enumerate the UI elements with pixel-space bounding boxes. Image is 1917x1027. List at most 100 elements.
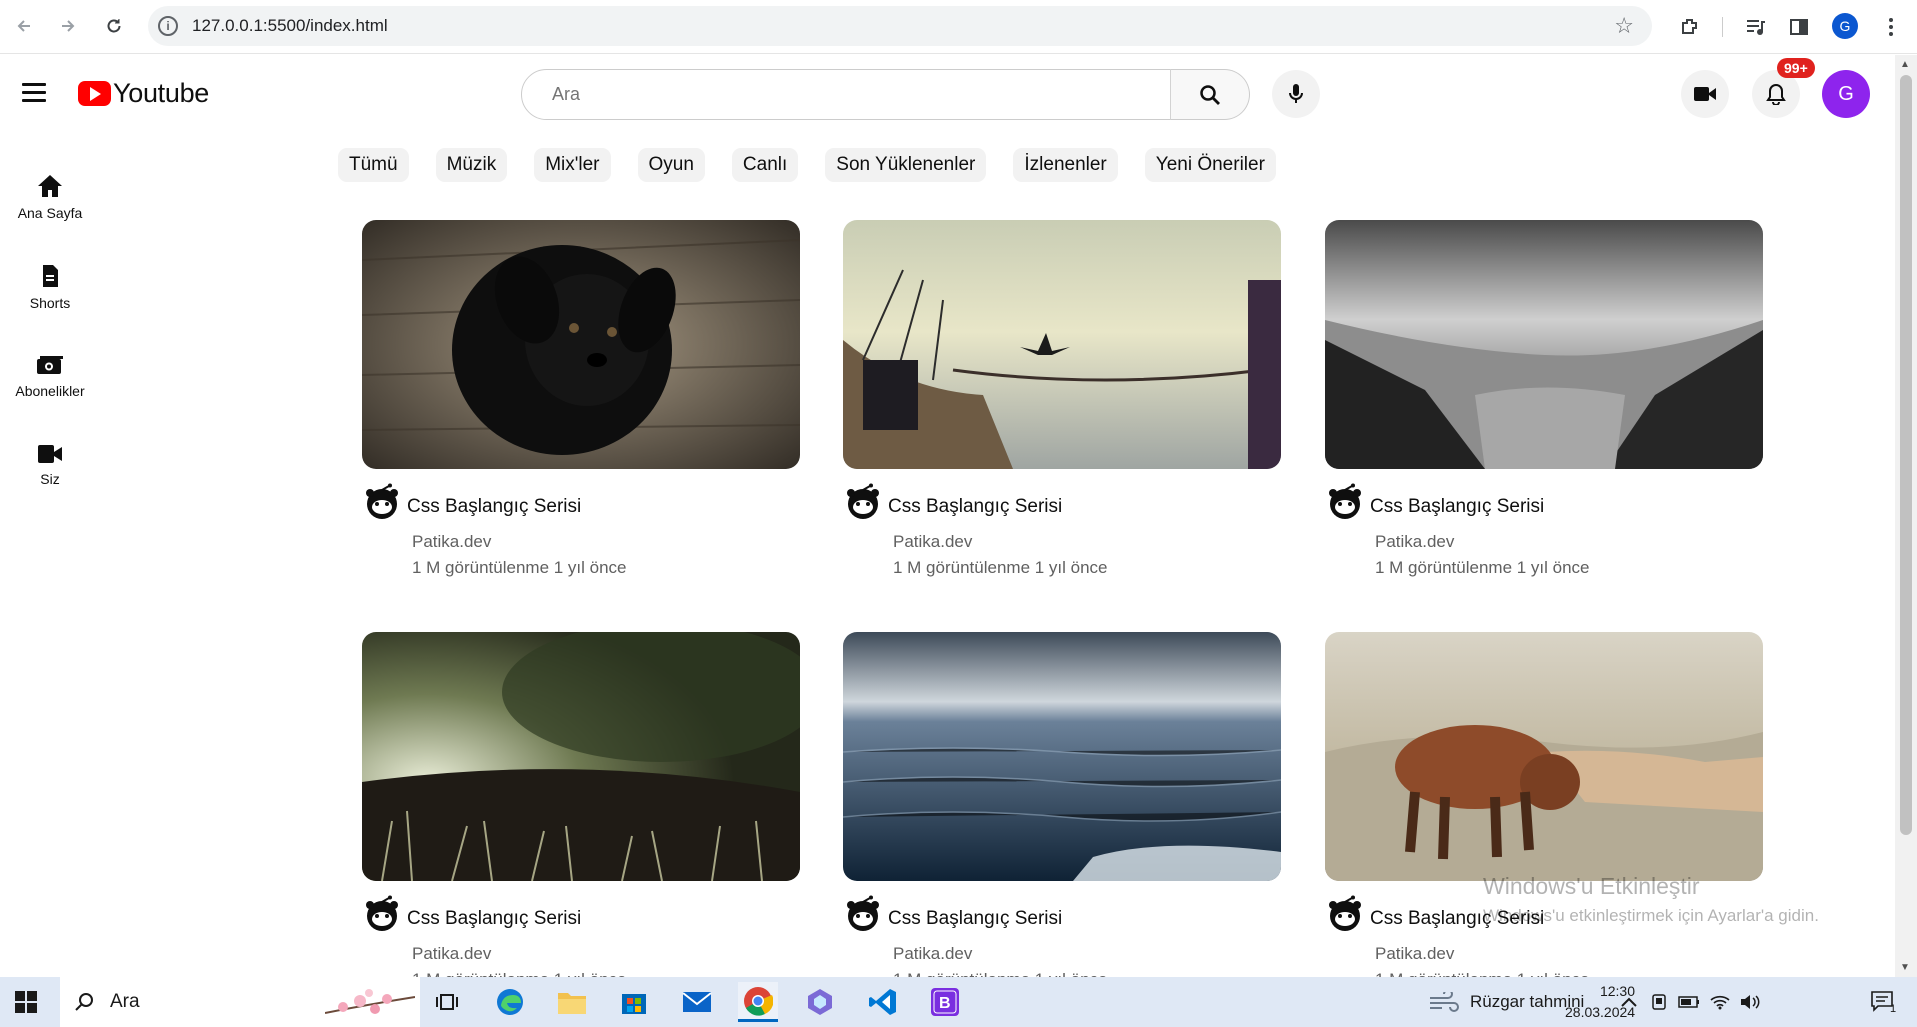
chip-gaming[interactable]: Oyun [637,148,705,182]
video-camera-icon [38,445,62,463]
video-card[interactable]: Css Başlangıç Serisi Patika.dev 1 M görü… [843,632,1281,1001]
sidebar-item-label: Shorts [29,295,71,311]
browser-profile-avatar[interactable]: G [1832,13,1858,39]
youtube-logo[interactable]: Youtube [78,78,209,109]
weather-widget[interactable]: Rüzgar tahmini [1428,977,1584,1027]
back-arrow-icon[interactable] [10,12,38,40]
video-channel[interactable]: Patika.dev [412,532,491,552]
search-input[interactable]: Ara [521,69,1171,120]
video-title[interactable]: Css Başlangıç Serisi [888,908,1062,930]
sidebar-item-shorts[interactable]: Shorts [0,250,100,340]
video-title[interactable]: Css Başlangıç Serisi [1370,496,1544,518]
scrollbar-thumb[interactable] [1900,75,1912,835]
video-thumbnail[interactable] [362,632,800,881]
video-channel[interactable]: Patika.dev [893,532,972,552]
notification-badge: 99+ [1777,58,1815,78]
video-title[interactable]: Css Başlangıç Serisi [407,908,581,930]
side-panel-icon[interactable] [1784,12,1814,42]
channel-avatar-icon[interactable] [1325,895,1365,931]
video-stats: 1 M görüntülenme 1 yıl önce [1375,558,1590,577]
chip-watched[interactable]: İzlenenler [1013,148,1118,182]
scroll-down-arrow-icon[interactable]: ▼ [1900,962,1910,973]
chrome-icon[interactable] [738,982,778,1022]
media-control-icon[interactable] [1740,12,1770,42]
channel-avatar-icon[interactable] [362,895,402,931]
search-icon [1200,84,1220,105]
mail-icon[interactable] [677,982,717,1022]
channel-avatar-icon[interactable] [362,483,402,519]
sidebar-item-home[interactable]: Ana Sayfa [0,160,100,250]
create-video-button[interactable] [1681,70,1729,118]
video-channel[interactable]: Patika.dev [1375,532,1454,552]
extensions-icon[interactable] [1675,12,1705,42]
video-card[interactable]: Css Başlangıç Serisi Patika.dev 1 M görü… [1325,220,1763,589]
search-button[interactable] [1170,69,1250,120]
battery-icon[interactable] [1678,977,1700,1027]
task-view-icon[interactable] [427,982,467,1022]
video-channel[interactable]: Patika.dev [412,944,491,964]
scroll-up-arrow-icon[interactable]: ▲ [1900,59,1910,70]
bootstrap-studio-icon[interactable]: B [925,982,965,1022]
chip-all[interactable]: Tümü [338,148,409,182]
site-info-icon[interactable]: i [158,16,178,36]
chip-music[interactable]: Müzik [435,148,508,182]
youtube-play-icon [78,81,111,106]
voice-search-button[interactable] [1272,70,1320,118]
reload-icon[interactable] [100,12,128,40]
video-title[interactable]: Css Başlangıç Serisi [888,496,1062,518]
notification-count: 1 [1890,1003,1897,1015]
video-card[interactable]: Css Başlangıç Serisi Patika.dev 1 M görü… [1325,632,1763,1001]
video-stats: 1 M görüntülenme 1 yıl önce [893,558,1108,577]
youtube-header: Youtube Ara 99+ G [0,55,1895,135]
video-channel[interactable]: Patika.dev [1375,944,1454,964]
home-icon [38,175,62,197]
sidebar: Ana Sayfa Shorts Abonelikler Siz [0,160,100,520]
video-thumbnail[interactable] [1325,632,1763,881]
channel-avatar-icon[interactable] [1325,483,1365,519]
chip-recently-uploaded[interactable]: Son Yüklenenler [825,148,987,182]
sidebar-item-label: Ana Sayfa [17,205,83,221]
page-scrollbar[interactable]: ▲ ▼ [1895,55,1917,977]
chip-new-recommendations[interactable]: Yeni Öneriler [1144,148,1276,182]
bookmark-star-icon[interactable]: ☆ [1614,13,1634,39]
windows-start-icon[interactable] [6,982,46,1022]
taskbar-search-box[interactable]: Ara [60,977,420,1027]
file-explorer-icon[interactable] [552,982,592,1022]
browser-menu-icon[interactable] [1876,12,1906,42]
watermark-subtitle: Windows'u etkinleştirmek için Ayarlar'a … [1483,906,1819,925]
copilot-icon[interactable] [800,982,840,1022]
microsoft-store-icon[interactable] [614,982,654,1022]
sidebar-item-subscriptions[interactable]: Abonelikler [0,340,100,430]
notification-center-icon[interactable]: 1 [1870,977,1896,1027]
user-avatar[interactable]: G [1822,70,1870,118]
address-bar[interactable]: i 127.0.0.1:5500/index.html ☆ [148,6,1652,46]
logo-text: Youtube [113,78,210,108]
video-title[interactable]: Css Başlangıç Serisi [407,496,581,518]
wifi-icon[interactable] [1710,977,1730,1027]
toolbar-divider [1722,17,1723,37]
search-icon [75,993,93,1011]
video-thumbnail[interactable] [1325,220,1763,469]
taskbar-clock[interactable]: 12:30 28.03.2024 [1565,981,1635,1023]
channel-avatar-icon[interactable] [843,483,883,519]
edge-browser-icon[interactable] [490,982,530,1022]
video-meta: Css Başlangıç Serisi Patika.dev 1 M görü… [843,469,1281,589]
video-card[interactable]: Css Başlangıç Serisi Patika.dev 1 M görü… [362,220,800,589]
vscode-icon[interactable] [863,982,903,1022]
video-meta: Css Başlangıç Serisi Patika.dev 1 M görü… [362,469,800,589]
video-card[interactable]: Css Başlangıç Serisi Patika.dev 1 M görü… [362,632,800,1001]
chip-mixes[interactable]: Mix'ler [534,148,611,182]
channel-avatar-icon[interactable] [843,895,883,931]
chip-live[interactable]: Canlı [731,148,799,182]
hamburger-menu-icon[interactable] [22,83,46,103]
meet-now-icon[interactable] [1650,977,1668,1027]
video-thumbnail[interactable] [843,632,1281,881]
forward-arrow-icon[interactable] [54,12,82,40]
volume-icon[interactable] [1740,977,1760,1027]
video-card[interactable]: Css Başlangıç Serisi Patika.dev 1 M görü… [843,220,1281,589]
wind-icon [1430,992,1459,1012]
video-thumbnail[interactable] [843,220,1281,469]
video-thumbnail[interactable] [362,220,800,469]
video-channel[interactable]: Patika.dev [893,944,972,964]
sidebar-item-you[interactable]: Siz [0,430,100,520]
